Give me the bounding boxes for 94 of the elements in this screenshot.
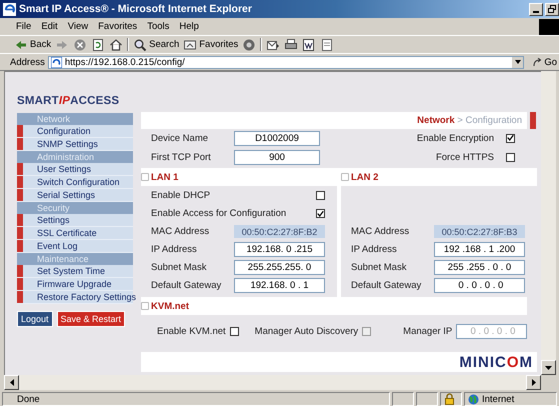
field-label: MAC Address xyxy=(151,226,210,237)
option-label: Enable DHCP xyxy=(151,190,210,201)
menu-item[interactable]: Edit xyxy=(37,21,62,32)
media-icon[interactable] xyxy=(242,38,256,52)
option-label: Enable Access for Configuration xyxy=(151,208,286,219)
field-label: IP Address xyxy=(351,244,398,255)
sidebar-item[interactable]: Event Log xyxy=(17,240,133,253)
sidebar-section-title: Network xyxy=(17,113,133,125)
restore-icon xyxy=(548,5,556,13)
menu-item[interactable]: Help xyxy=(175,21,203,32)
go-button[interactable]: Go xyxy=(533,56,557,68)
sidebar-item[interactable]: Serial Settings xyxy=(17,189,133,202)
sidebar-item[interactable]: Firmware Upgrade xyxy=(17,278,133,291)
input-field[interactable]: 255 .255 . 0 . 0 xyxy=(434,260,525,275)
lock-icon xyxy=(444,393,455,405)
sidebar-item[interactable]: SNMP Settings xyxy=(17,138,133,151)
back-button[interactable]: Back xyxy=(14,38,52,52)
input-field[interactable]: 255.255.255. 0 xyxy=(234,260,325,275)
address-label: Address xyxy=(10,56,45,68)
sidebar-section-title: Administration xyxy=(17,151,133,163)
sidebar-section-title: Maintenance xyxy=(17,253,133,265)
checkbox[interactable] xyxy=(230,327,239,336)
address-field[interactable]: https://192.168.0.215/config/ xyxy=(48,56,524,68)
field-label: Default Gateway xyxy=(151,280,222,291)
dropdown-button[interactable] xyxy=(512,56,524,68)
input-field[interactable]: 0 . 0 . 0 . 0 xyxy=(434,278,525,293)
field-label: Device Name xyxy=(151,132,210,144)
vertical-scrollbar[interactable] xyxy=(541,71,556,375)
field-label: IP Address xyxy=(151,244,198,255)
caret-icon xyxy=(514,60,521,64)
restore-button[interactable] xyxy=(545,2,559,16)
menu-item[interactable]: Tools xyxy=(143,21,174,32)
minicom-logo: MINICOM xyxy=(459,354,533,370)
option-label: Manager Auto Discovery xyxy=(254,326,358,337)
logout-button[interactable]: Logout xyxy=(17,311,53,327)
input-field[interactable]: 192 .168 . 1 .200 xyxy=(434,242,525,257)
mac-value: 00:50:C2:27:8F:B3 xyxy=(434,225,525,238)
search-button[interactable]: Search xyxy=(133,38,180,52)
status-pane xyxy=(392,392,414,406)
checkbox[interactable] xyxy=(506,152,515,162)
option-label: Enable KVM.net xyxy=(157,326,226,337)
input-field[interactable]: 192.168. 0 .215 xyxy=(234,242,325,257)
field-label: Manager IP xyxy=(403,326,452,337)
favorites-button[interactable]: Favorites xyxy=(183,38,238,52)
option-label: Force HTTPS xyxy=(436,152,494,162)
favorites-icon[interactable] xyxy=(183,38,198,52)
save-restart-button[interactable]: Save & Restart xyxy=(56,311,126,327)
caret-icon xyxy=(10,379,14,386)
option-label: Enable Encryption xyxy=(416,132,494,144)
search-icon[interactable] xyxy=(133,38,148,52)
checkbox[interactable] xyxy=(506,134,515,142)
menu-item[interactable]: File xyxy=(12,21,36,32)
edit-icon[interactable] xyxy=(302,38,316,52)
smart-ip-access-logo: SMARTIPACCESS xyxy=(17,95,120,109)
checkbox[interactable] xyxy=(316,191,325,200)
field-label: First TCP Port xyxy=(151,152,212,162)
checkbox[interactable] xyxy=(316,209,325,218)
caret-icon xyxy=(532,379,536,386)
window-title: Smart IP Access® - Microsoft Internet Explorer xyxy=(19,3,253,15)
browser-icon xyxy=(3,2,16,16)
menu-item[interactable]: View xyxy=(64,21,92,32)
sidebar-item[interactable]: Switch Configuration xyxy=(17,176,133,189)
refresh-icon[interactable] xyxy=(91,38,106,52)
mac-value: 00:50:C2:27:8F:B2 xyxy=(234,225,325,238)
field-label: MAC Address xyxy=(351,226,410,237)
input-field[interactable]: D1002009 xyxy=(234,130,320,146)
arrow-icon xyxy=(533,58,542,66)
field-label: Subnet Mask xyxy=(151,262,208,273)
section-title: KVM.net xyxy=(141,297,527,315)
field-label: Default Gateway xyxy=(351,280,422,291)
status-text: Done xyxy=(2,392,390,406)
sidebar-item[interactable]: Configuration xyxy=(17,125,133,138)
stop-icon[interactable] xyxy=(73,38,88,52)
field-label: Subnet Mask xyxy=(351,262,408,273)
input-field[interactable]: 900 xyxy=(234,150,320,164)
page-icon xyxy=(50,56,62,68)
sidebar-item[interactable]: Settings xyxy=(17,214,133,227)
caret-icon xyxy=(545,366,552,370)
status-pane xyxy=(416,392,438,406)
input-field[interactable]: 192.168. 0 . 1 xyxy=(234,278,325,293)
menu-item[interactable]: Favorites xyxy=(94,21,142,32)
discuss-icon[interactable] xyxy=(320,38,334,52)
zone-label: Internet xyxy=(482,394,514,404)
horizontal-scrollbar[interactable] xyxy=(4,375,541,390)
minimize-button[interactable] xyxy=(529,2,543,16)
globe-icon xyxy=(468,394,479,404)
sidebar-item[interactable]: SSL Certificate xyxy=(17,227,133,240)
sidebar-item[interactable]: User Settings xyxy=(17,163,133,176)
home-icon[interactable] xyxy=(109,38,124,52)
section-title: LAN 2 xyxy=(341,168,537,186)
sidebar-item[interactable]: Set System Time xyxy=(17,265,133,278)
print-icon[interactable] xyxy=(284,38,298,52)
breadcrumb: Network > Configuration xyxy=(417,115,522,126)
sidebar-section-title: Security xyxy=(17,202,133,214)
